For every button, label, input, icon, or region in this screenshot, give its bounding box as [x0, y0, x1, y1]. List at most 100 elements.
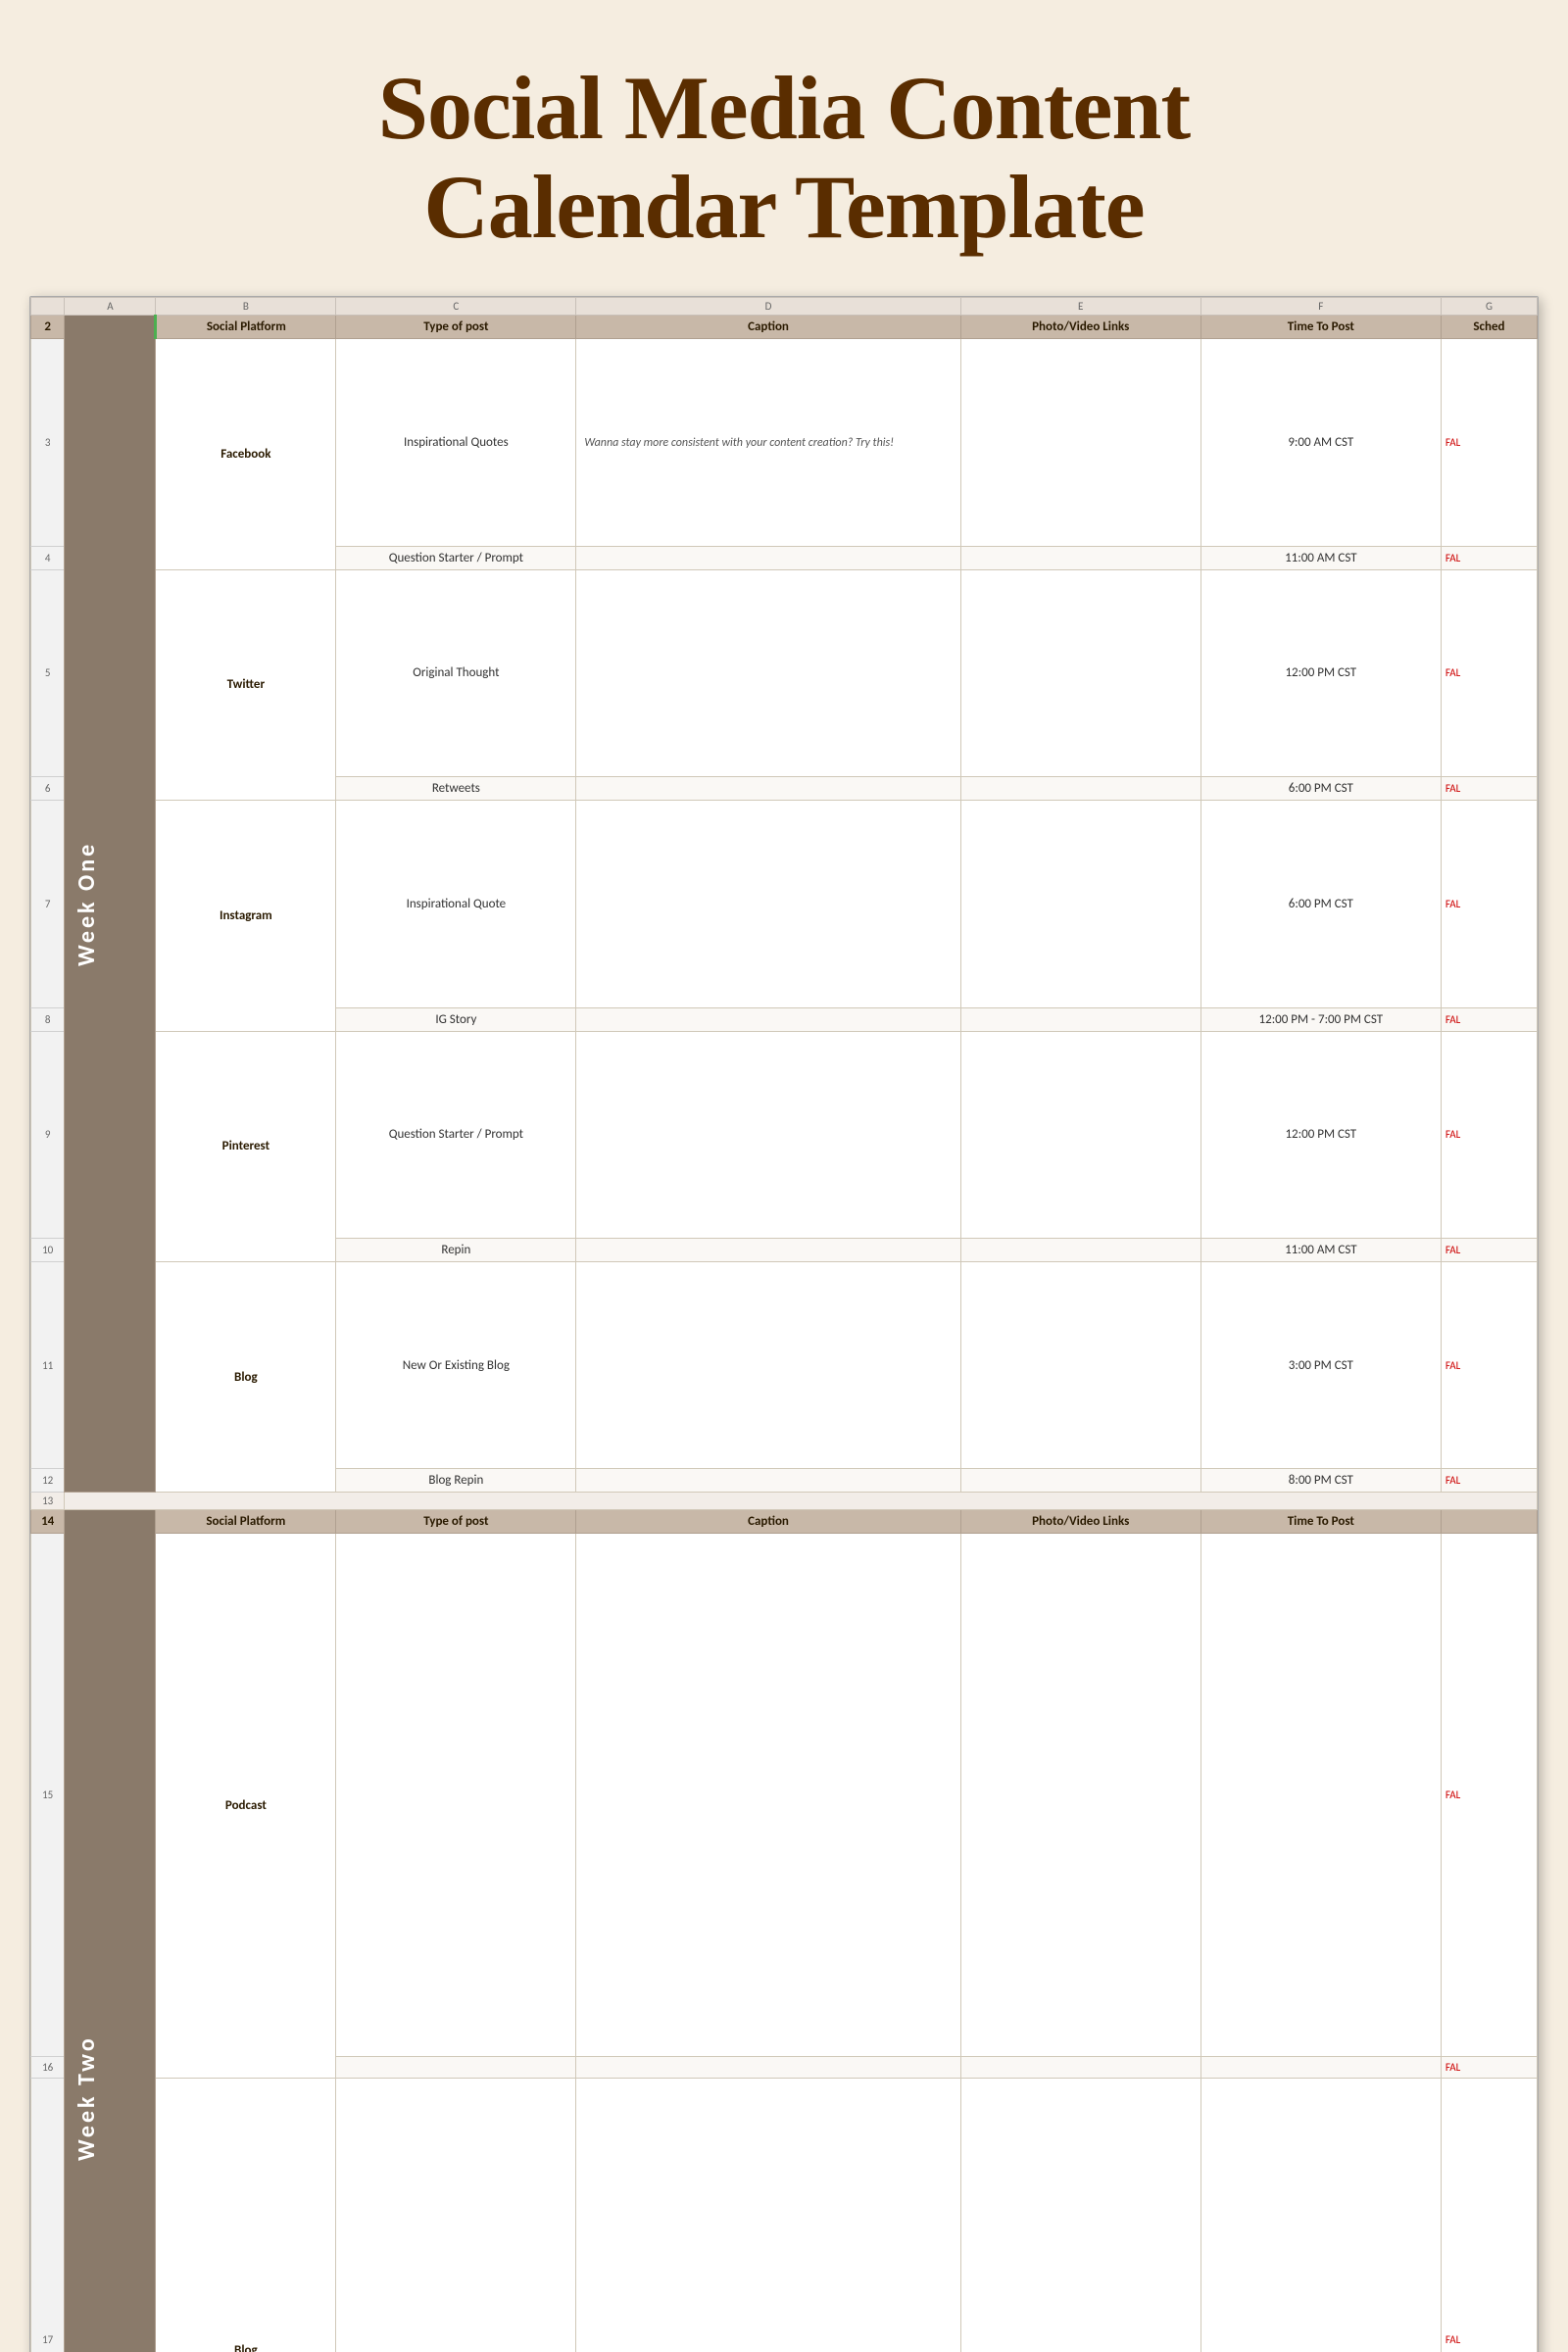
time-10: 8:00 PM CST	[1200, 1469, 1441, 1493]
caption-10	[576, 1469, 960, 1493]
time-7: 12:00 PM CST	[1200, 1031, 1441, 1238]
table-row: 7 Instagram Inspirational Quote 6:00 PM …	[31, 801, 1538, 1007]
platform-twitter: Twitter	[156, 569, 336, 800]
time-w2-1	[1200, 1534, 1441, 2057]
sched-10: FAL	[1441, 1469, 1537, 1493]
separator-row: 13	[31, 1493, 1538, 1510]
photo-5	[960, 801, 1200, 1007]
week-one-rotated-label: Week One	[65, 316, 109, 1492]
time-w2-2	[1200, 2056, 1441, 2078]
sched-5: FAL	[1441, 801, 1537, 1007]
photo-7	[960, 1031, 1200, 1238]
row-num-2: 2	[31, 316, 65, 339]
col-header-b: B	[156, 298, 336, 316]
platform-pinterest: Pinterest	[156, 1031, 336, 1261]
platform-blog-w2: Blog	[156, 2078, 336, 2352]
caption-w2-1	[576, 1534, 960, 2057]
photo-6	[960, 1007, 1200, 1031]
sched-w2-3: FAL	[1441, 2078, 1537, 2352]
time-w2-3	[1200, 2078, 1441, 2352]
week-two-rotated-label: Week Two	[65, 1510, 109, 2352]
time-1: 9:00 AM CST	[1200, 339, 1441, 546]
sched-w2-2: FAL	[1441, 2056, 1537, 2078]
header2-photo: Photo/Video Links	[960, 1510, 1200, 1534]
table-row: 11 Blog New Or Existing Blog 3:00 PM CST…	[31, 1261, 1538, 1468]
header2-platform: Social Platform	[156, 1510, 336, 1534]
sched-7: FAL	[1441, 1031, 1537, 1238]
sched-4: FAL	[1441, 777, 1537, 801]
sched-w2-1: FAL	[1441, 1534, 1537, 2057]
post-type-inspirational: Inspirational Quotes	[336, 339, 576, 546]
photo-w2-1	[960, 1534, 1200, 2057]
post-type-ig-quote: Inspirational Quote	[336, 801, 576, 1007]
col-header-d: D	[576, 298, 960, 316]
platform-blog-w1: Blog	[156, 1261, 336, 1492]
platform-instagram: Instagram	[156, 801, 336, 1031]
header2-sched	[1441, 1510, 1537, 1534]
sched-1: FAL	[1441, 339, 1537, 546]
photo-w2-2	[960, 2056, 1200, 2078]
caption-6	[576, 1007, 960, 1031]
photo-2	[960, 546, 1200, 569]
post-type-question: Question Starter / Prompt	[336, 546, 576, 569]
post-type-repin: Repin	[336, 1238, 576, 1261]
sched-9: FAL	[1441, 1261, 1537, 1468]
table-row: 17 Blog FAL	[31, 2078, 1538, 2352]
caption-w2-3	[576, 2078, 960, 2352]
photo-8	[960, 1238, 1200, 1261]
caption-9	[576, 1261, 960, 1468]
col-header-f: F	[1200, 298, 1441, 316]
time-8: 11:00 AM CST	[1200, 1238, 1441, 1261]
photo-10	[960, 1469, 1200, 1493]
header-platform: Social Platform	[156, 316, 336, 339]
table-row: 3 Facebook Inspirational Quotes Wanna st…	[31, 339, 1538, 546]
post-type-w2-1	[336, 1534, 576, 2057]
post-type-ig-story: IG Story	[336, 1007, 576, 1031]
header2-time: Time To Post	[1200, 1510, 1441, 1534]
time-3: 12:00 PM CST	[1200, 569, 1441, 776]
sched-6: FAL	[1441, 1007, 1537, 1031]
col-header-rownum	[31, 298, 65, 316]
caption-inspirational: Wanna stay more consistent with your con…	[576, 339, 960, 546]
caption-2	[576, 546, 960, 569]
week-one-label-cell: Week One	[65, 316, 156, 1493]
header2-caption: Caption	[576, 1510, 960, 1534]
sheet-table: A B C D E F G 2 Week One Social Platform	[30, 297, 1538, 2352]
caption-3	[576, 569, 960, 776]
week-one-header-row: 2 Week One Social Platform Type of post …	[31, 316, 1538, 339]
post-type-new-existing-blog: New Or Existing Blog	[336, 1261, 576, 1468]
title-area: Social Media Content Calendar Template	[0, 0, 1568, 296]
platform-podcast: Podcast	[156, 1534, 336, 2079]
caption-4	[576, 777, 960, 801]
caption-w2-2	[576, 2056, 960, 2078]
caption-7	[576, 1031, 960, 1238]
table-row: 15 Podcast FAL	[31, 1534, 1538, 2057]
week-two-header-row: 14 Week Two Social Platform Type of post…	[31, 1510, 1538, 1534]
header-post-type: Type of post	[336, 316, 576, 339]
col-header-row: A B C D E F G	[31, 298, 1538, 316]
time-4: 6:00 PM CST	[1200, 777, 1441, 801]
week-two-label-cell: Week Two	[65, 1510, 156, 2352]
caption-8	[576, 1238, 960, 1261]
header2-post-type: Type of post	[336, 1510, 576, 1534]
header-photo: Photo/Video Links	[960, 316, 1200, 339]
post-type-blog-repin: Blog Repin	[336, 1469, 576, 1493]
spreadsheet-wrapper: A B C D E F G 2 Week One Social Platform	[29, 296, 1539, 2352]
photo-w2-3	[960, 2078, 1200, 2352]
post-type-retweets: Retweets	[336, 777, 576, 801]
col-header-e: E	[960, 298, 1200, 316]
header-sched: Sched	[1441, 316, 1537, 339]
col-header-g: G	[1441, 298, 1537, 316]
time-6: 12:00 PM - 7:00 PM CST	[1200, 1007, 1441, 1031]
time-5: 6:00 PM CST	[1200, 801, 1441, 1007]
table-row: 5 Twitter Original Thought 12:00 PM CST …	[31, 569, 1538, 776]
col-header-c: C	[336, 298, 576, 316]
sched-2: FAL	[1441, 546, 1537, 569]
main-title: Social Media Content Calendar Template	[78, 59, 1490, 257]
photo-4	[960, 777, 1200, 801]
photo-3	[960, 569, 1200, 776]
sched-8: FAL	[1441, 1238, 1537, 1261]
time-2: 11:00 AM CST	[1200, 546, 1441, 569]
header-caption: Caption	[576, 316, 960, 339]
photo-9	[960, 1261, 1200, 1468]
